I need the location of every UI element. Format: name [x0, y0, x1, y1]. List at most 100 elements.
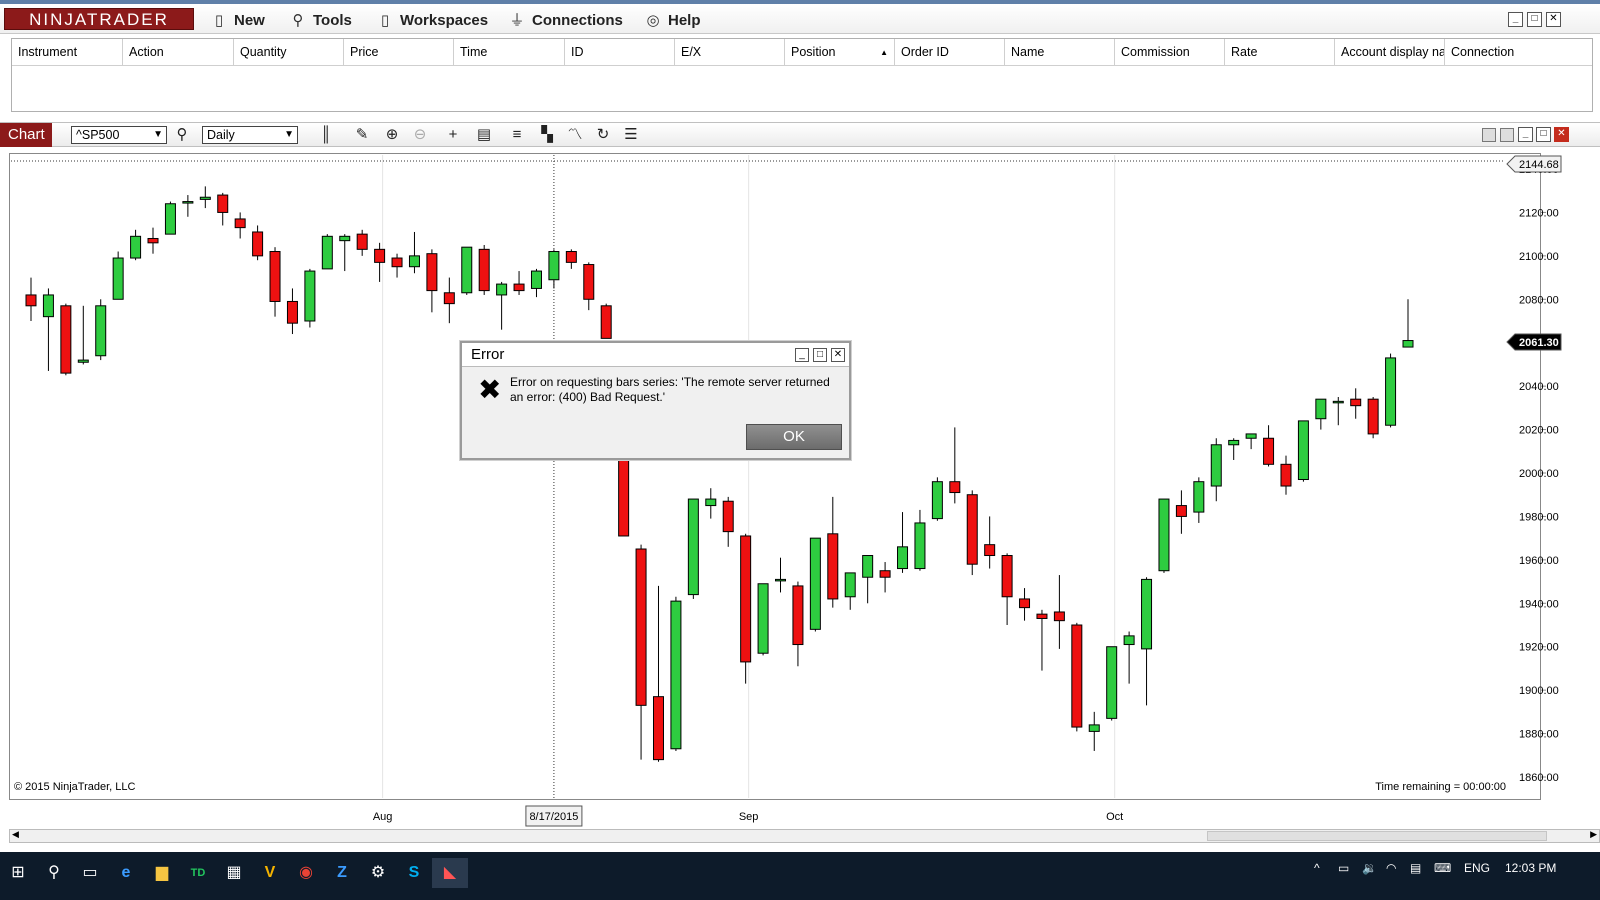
candle-body — [792, 585, 804, 646]
calculator-icon[interactable]: ▦ — [216, 858, 252, 888]
windows-start-icon[interactable]: ⊞ — [0, 858, 36, 888]
scroll-right-icon[interactable]: ▶ — [1590, 829, 1597, 840]
candle-body — [112, 257, 124, 300]
notifications-icon[interactable]: ▤ — [1410, 860, 1421, 876]
candle-body — [740, 535, 752, 663]
candle-body — [757, 583, 769, 654]
menu-workspaces[interactable]: ▯ Workspaces — [376, 10, 488, 32]
strategies-icon[interactable]: ▚ — [537, 126, 557, 144]
scroll-thumb[interactable] — [1207, 831, 1547, 841]
keyboard-icon[interactable]: ⌨ — [1434, 860, 1451, 876]
orders-grid: Instrument Action Quantity Price Time ID… — [11, 38, 1593, 112]
close-icon[interactable]: ✕ — [1546, 12, 1561, 27]
candle-body — [304, 270, 316, 322]
dialog-maximize-icon[interactable]: □ — [813, 348, 827, 362]
chart-toolbar: Chart ^SP500 ▼ ⚲ Daily ▼ ║ ✎ ⊕ ⊖ + ▤ ≡ ▚… — [0, 122, 1600, 147]
column-connection[interactable]: Connection — [1445, 39, 1592, 66]
skype-icon[interactable]: S — [396, 858, 432, 888]
file-explorer-icon[interactable]: ▆ — [144, 858, 180, 888]
steam-icon[interactable]: ⚙ — [360, 858, 396, 888]
crosshair-icon[interactable]: + — [443, 126, 463, 144]
candle-body — [1228, 439, 1240, 446]
interval-selector[interactable]: Daily ▼ — [202, 126, 298, 144]
error-dialog: Error _ □ ✕ ✖ Error on requesting bars s… — [460, 341, 851, 460]
candle-body — [130, 235, 142, 259]
candlestick-chart: AugSepOct2140.002120.002100.002080.00206… — [11, 155, 1562, 827]
zoom-out-icon[interactable]: ⊖ — [410, 126, 430, 144]
chart-panel[interactable]: AugSepOct2140.002120.002100.002080.00206… — [9, 153, 1600, 829]
column-id[interactable]: ID — [565, 39, 675, 66]
ninjatrader-taskbar-icon[interactable]: ◣ — [432, 858, 468, 888]
properties-icon[interactable]: ☰ — [621, 126, 641, 144]
minimize-icon[interactable]: _ — [1508, 12, 1523, 27]
search-icon[interactable]: ⚲ — [36, 858, 72, 888]
volume-icon[interactable]: 🔉 — [1362, 860, 1377, 876]
reload-icon[interactable]: ↻ — [593, 126, 613, 144]
ok-button[interactable]: OK — [746, 424, 842, 450]
column-name[interactable]: Name — [1005, 39, 1115, 66]
x-tick-label: Aug — [373, 811, 393, 823]
column-commission[interactable]: Commission — [1115, 39, 1225, 66]
dialog-close-icon[interactable]: ✕ — [831, 348, 845, 362]
candle-body — [1158, 498, 1170, 572]
bar-spacing-icon[interactable]: ≡ — [507, 126, 527, 144]
tray-chevron-icon[interactable]: ^ — [1314, 860, 1320, 876]
candle-body — [1263, 437, 1275, 465]
candle-body — [600, 305, 612, 339]
error-icon: ✖ — [478, 374, 502, 405]
chart-close-icon[interactable]: ✕ — [1554, 127, 1569, 142]
instrument-selector[interactable]: ^SP500 ▼ — [71, 126, 167, 144]
menu-help[interactable]: ◎ Help — [644, 10, 700, 32]
search-icon[interactable]: ⚲ — [172, 126, 192, 144]
candle-body — [391, 257, 403, 268]
candle-body — [984, 544, 996, 557]
drawing-tool-icon[interactable]: ✎ — [352, 126, 372, 144]
column-action[interactable]: Action — [123, 39, 234, 66]
candle-body — [1367, 398, 1379, 435]
maximize-icon[interactable]: □ — [1527, 12, 1542, 27]
workspaces-icon: ▯ — [380, 12, 390, 29]
data-box-icon[interactable]: ▤ — [474, 126, 494, 144]
column-ex[interactable]: E/X — [675, 39, 785, 66]
scroll-left-icon[interactable]: ◀ — [12, 829, 19, 840]
candle-body — [374, 248, 386, 263]
column-instrument[interactable]: Instrument — [12, 39, 123, 66]
column-order-id[interactable]: Order ID — [895, 39, 1005, 66]
chart-minimize-icon[interactable]: _ — [1518, 127, 1533, 142]
column-price[interactable]: Price — [344, 39, 454, 66]
column-time[interactable]: Time — [454, 39, 565, 66]
y-tick-label: 1940.00 — [1519, 598, 1559, 610]
wifi-icon[interactable]: ◠ — [1386, 860, 1396, 876]
chart-style-icon[interactable]: ║ — [316, 126, 336, 144]
z-app-icon[interactable]: Z — [324, 858, 360, 888]
dialog-minimize-icon[interactable]: _ — [795, 348, 809, 362]
candle-body — [809, 537, 821, 630]
help-icon: ◎ — [646, 12, 660, 29]
y-tick-label: 1920.00 — [1519, 642, 1559, 654]
menu-connections[interactable]: ⏚ Connections — [508, 10, 622, 32]
column-rate[interactable]: Rate — [1225, 39, 1335, 66]
column-account-display-name[interactable]: Account display na — [1335, 39, 1445, 66]
clock[interactable]: 12:03 PM — [1505, 860, 1556, 876]
edge-browser-icon[interactable]: e — [108, 858, 144, 888]
chart-tab[interactable]: Chart — [0, 123, 52, 147]
menu-new[interactable]: ▯ New — [210, 10, 265, 32]
zoom-in-icon[interactable]: ⊕ — [382, 126, 402, 144]
candle-body — [705, 498, 717, 507]
menu-tools[interactable]: ⚲ Tools — [289, 10, 352, 32]
task-view-icon[interactable]: ▭ — [72, 858, 108, 888]
language-indicator[interactable]: ENG — [1464, 860, 1490, 876]
chart-maximize-icon[interactable]: □ — [1536, 127, 1551, 142]
column-position[interactable]: Position ▲ — [785, 39, 895, 66]
chart-scrollbar[interactable]: ◀ ▶ — [9, 829, 1600, 843]
battery-icon[interactable]: ▭ — [1338, 860, 1349, 876]
menu-workspaces-label: Workspaces — [400, 12, 489, 29]
column-quantity[interactable]: Quantity — [234, 39, 344, 66]
chrome-icon[interactable]: ◉ — [288, 858, 324, 888]
indicators-icon[interactable]: 〽 — [565, 126, 585, 144]
chart-tile-icon[interactable] — [1482, 128, 1496, 142]
v-app-icon[interactable]: V — [252, 858, 288, 888]
chart-tile-icon-2[interactable] — [1500, 128, 1514, 142]
td-app-icon[interactable]: TD — [180, 858, 216, 888]
sort-ascending-icon: ▲ — [880, 48, 888, 57]
